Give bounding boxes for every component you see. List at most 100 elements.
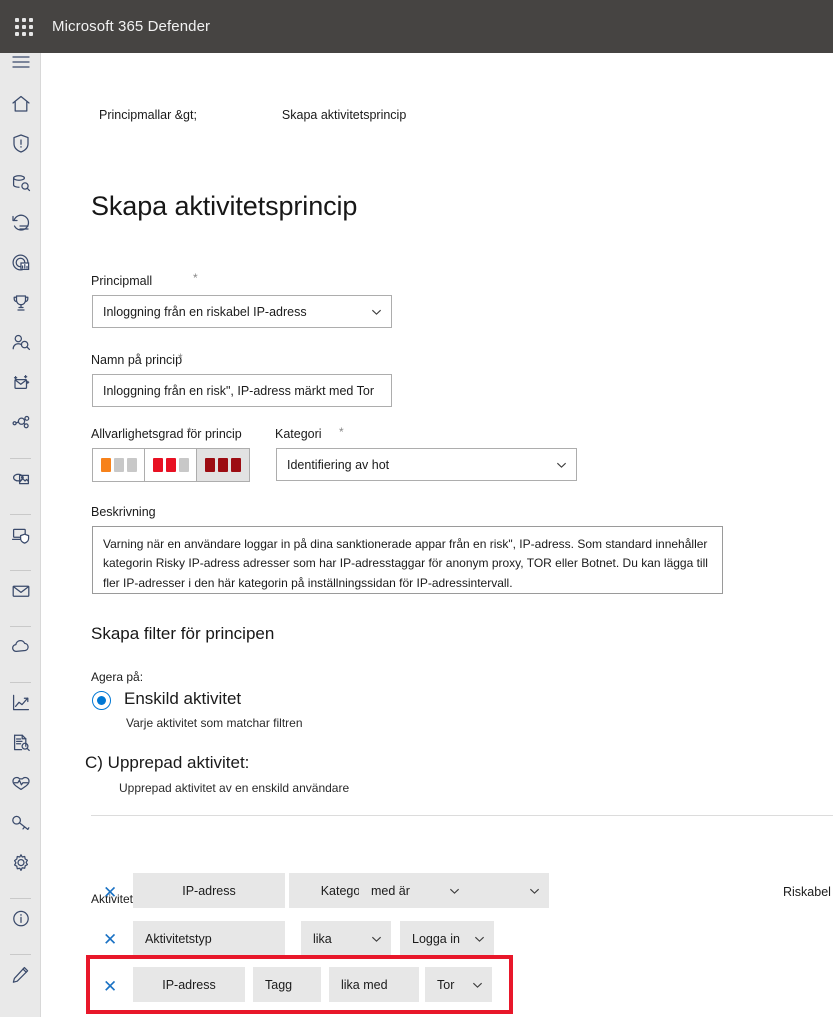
rail-item-hamburger-menu[interactable] (0, 49, 41, 77)
severity-block (100, 458, 111, 472)
rail-item-health-heart[interactable] (0, 769, 41, 797)
filter-row-1-trailing-text: Riskabel (783, 885, 831, 899)
remove-filter-row-2-icon[interactable]: ✕ (103, 931, 117, 948)
policy-name-required-mark: * (178, 351, 183, 365)
chevron-down-icon (472, 979, 483, 990)
policy-category-dropdown[interactable]: Identifiering av hot (276, 448, 577, 481)
filter-row-3-value: Tor (437, 977, 455, 992)
policy-category-required-mark: * (339, 425, 344, 439)
filter-row-3-field-attribute[interactable]: IP-adress (133, 967, 245, 1002)
policy-severity-required-mark: * (187, 425, 192, 439)
filter-row-3-field-subtype[interactable]: Tagg (253, 967, 321, 1002)
rail-item-user-search[interactable] (0, 329, 41, 357)
rail-item-database-search[interactable] (0, 169, 41, 197)
database-search-icon (10, 172, 32, 194)
severity-option-low[interactable] (93, 449, 145, 481)
info-icon (10, 908, 32, 930)
mail-icon (10, 580, 32, 602)
radio-selected-dot (97, 696, 106, 705)
severity-block (113, 458, 124, 472)
rail-item-device-shield[interactable] (0, 521, 41, 549)
user-search-icon (10, 332, 32, 354)
remove-filter-row-3-icon[interactable]: ✕ (103, 978, 117, 995)
trend-chart-icon (10, 692, 32, 714)
rail-item-pencil[interactable] (0, 961, 41, 989)
rail-item-info[interactable] (0, 905, 41, 933)
severity-option-medium[interactable] (145, 449, 197, 481)
rail-divider (10, 514, 31, 515)
top-header-bar: Microsoft 365 Defender (0, 0, 833, 53)
severity-block (218, 458, 228, 472)
rail-item-add-user[interactable] (0, 369, 41, 397)
document-search-icon (10, 732, 32, 754)
rail-item-history-clock[interactable] (0, 209, 41, 237)
radio-single-activity-label[interactable]: Enskild aktivitet (124, 689, 241, 709)
gear-icon (10, 852, 32, 874)
rail-item-media-image[interactable] (0, 465, 41, 493)
breadcrumb-current: Skapa aktivitetsprincip (281, 108, 407, 122)
radio-repeated-activity-label[interactable]: C) Upprepad aktivitet: (85, 753, 249, 773)
policy-severity-label: Allvarlighetsgrad för princip (91, 427, 242, 441)
chevron-down-icon (556, 459, 567, 470)
breadcrumb-parent[interactable]: Principmallar &gt; (99, 108, 197, 122)
radio-single-activity[interactable] (92, 691, 111, 710)
rail-divider (10, 898, 31, 899)
severity-block (152, 458, 163, 472)
rail-item-trend-chart[interactable] (0, 689, 41, 717)
radio-repeated-activity-sub: Upprepad aktivitet av en enskild använda… (119, 781, 350, 795)
main-content: Principmallar &gt; Skapa aktivitetsprinc… (41, 53, 833, 1017)
act-on-label: Agera på: (91, 670, 144, 684)
history-clock-icon (10, 212, 32, 234)
rail-divider (10, 570, 31, 571)
media-image-icon (10, 468, 32, 490)
severity-block (126, 458, 137, 472)
home-icon (10, 93, 32, 115)
hamburger-menu-icon (10, 52, 32, 74)
rail-item-mail[interactable] (0, 577, 41, 605)
filter-row-1-field-attribute[interactable]: IP-adress (133, 873, 285, 908)
remove-filter-row-1-icon[interactable]: ✕ (103, 884, 117, 901)
app-launcher-button[interactable] (0, 0, 48, 53)
filter-row-1-field-value[interactable] (459, 873, 549, 908)
policy-template-dropdown[interactable]: Inloggning från en riskabel IP-adress (92, 295, 392, 328)
breadcrumb: Principmallar &gt; Skapa aktivitetsprinc… (99, 108, 406, 122)
filters-section-heading: Skapa filter för principen (91, 624, 275, 643)
cloud-icon (10, 636, 32, 658)
policy-name-label: Namn på princip (91, 353, 183, 367)
filter-row-2-operator-value: lika (313, 931, 332, 946)
chevron-down-icon (474, 933, 485, 944)
network-graph-icon (10, 412, 32, 434)
rail-item-shield-alert[interactable] (0, 129, 41, 157)
severity-block (231, 458, 241, 472)
chevron-down-icon (371, 306, 382, 317)
policy-description-textarea[interactable]: Varning när en användare loggar in på di… (92, 526, 723, 594)
rail-item-cloud[interactable] (0, 633, 41, 661)
filter-row-1-field-operator[interactable]: med är (359, 873, 469, 908)
rail-divider (10, 682, 31, 683)
section-divider (91, 815, 833, 816)
rail-divider (10, 954, 31, 955)
shield-alert-icon (10, 132, 32, 154)
filter-row-2-field-operator[interactable]: lika (301, 921, 391, 956)
policy-name-input[interactable]: Inloggning från en risk", IP-adress märk… (92, 374, 392, 407)
policy-name-value: Inloggning från en risk", IP-adress märk… (103, 383, 374, 398)
add-user-icon (10, 372, 32, 394)
rail-divider (10, 458, 31, 459)
rail-item-trophy[interactable] (0, 289, 41, 317)
page-title: Skapa aktivitetsprincip (91, 191, 358, 221)
policy-template-label: Principmall (91, 274, 153, 288)
filter-row-2-field-attribute[interactable]: Aktivitetstyp (133, 921, 285, 956)
severity-option-high[interactable] (197, 449, 249, 481)
rail-item-network-graph[interactable] (0, 409, 41, 437)
filter-row-2-field-value[interactable]: Logga in (400, 921, 494, 956)
policy-category-value: Identifiering av hot (287, 457, 390, 472)
rail-item-gear[interactable] (0, 849, 41, 877)
radio-single-activity-sub: Varje aktivitet som matchar filtren (126, 716, 303, 730)
rail-item-document-search[interactable] (0, 729, 41, 757)
rail-item-home[interactable] (0, 90, 41, 118)
rail-item-report-chart[interactable] (0, 249, 41, 277)
filter-row-3-field-value[interactable]: Tor (425, 967, 492, 1002)
filter-row-3-field-operator[interactable]: lika med (329, 967, 419, 1002)
rail-item-key[interactable] (0, 809, 41, 837)
policy-severity-selector[interactable] (92, 448, 250, 482)
